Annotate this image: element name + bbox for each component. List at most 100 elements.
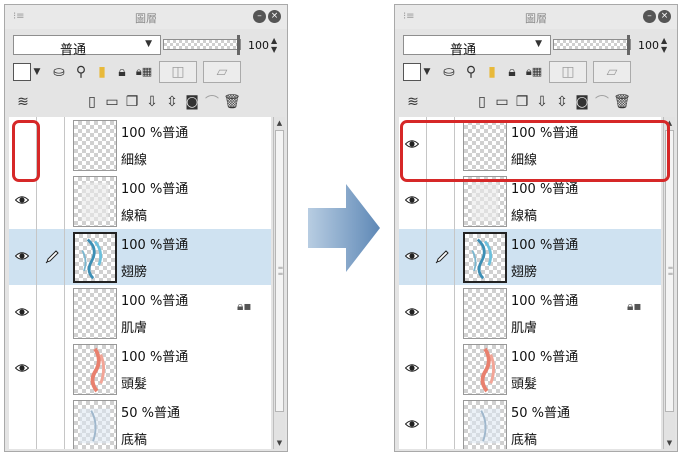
opacity-value[interactable]: 100 xyxy=(635,39,659,52)
minimize-icon[interactable]: – xyxy=(643,10,656,23)
visibility-toggle[interactable] xyxy=(9,229,37,286)
draft-layer-icon[interactable]: ⚲ xyxy=(71,61,91,83)
trash-icon[interactable]: 🗑︎ xyxy=(223,91,241,113)
draft-layer-icon[interactable]: ⚲ xyxy=(461,61,481,83)
layer-mask-icon[interactable]: ◙ xyxy=(183,91,201,113)
layer-row[interactable]: 50 %普通 底稿 xyxy=(9,397,271,449)
layer-thumbnail xyxy=(463,232,507,283)
edit-target-cell[interactable] xyxy=(37,117,65,174)
clip-to-layer-below-icon[interactable]: ◫ xyxy=(549,61,587,83)
enable-layer-mask-icon[interactable]: ▱ xyxy=(203,61,241,83)
visibility-toggle[interactable] xyxy=(9,397,37,449)
layer-name[interactable]: 線稿 xyxy=(511,205,537,224)
layer-name[interactable]: 線稿 xyxy=(121,205,147,224)
blend-mode-value: 普通 xyxy=(449,43,476,58)
lock-transparency-icon[interactable]: 🔒︎▦ xyxy=(133,61,155,83)
edit-target-cell[interactable] xyxy=(37,229,65,286)
opacity-spinner[interactable]: ▲ ▼ xyxy=(271,36,281,54)
edit-target-cell[interactable] xyxy=(427,229,455,286)
layer-color-swatch[interactable] xyxy=(403,63,421,81)
visibility-toggle[interactable] xyxy=(399,285,427,342)
layer-stack-icon[interactable]: ≋ xyxy=(403,91,423,113)
layer-name[interactable]: 底稿 xyxy=(121,429,147,448)
opacity-value[interactable]: 100 xyxy=(245,39,269,52)
blend-mode-select[interactable]: 普通 ▼ xyxy=(13,35,161,58)
blend-mode-select[interactable]: 普通 ▼ xyxy=(403,35,551,58)
layer-row[interactable]: 50 %普通 底稿 xyxy=(399,397,661,449)
panel-titlebar[interactable]: ⁝≡ 圖層 – × xyxy=(395,5,677,29)
transfer-down-icon[interactable]: ⇩ xyxy=(143,91,161,113)
enable-layer-mask-icon[interactable]: ▱ xyxy=(593,61,631,83)
new-raster-layer-icon[interactable]: ▯ xyxy=(83,91,101,113)
layer-name[interactable]: 肌膚 xyxy=(511,317,537,336)
close-icon[interactable]: × xyxy=(658,10,671,23)
apply-mask-icon[interactable]: ⌒ xyxy=(593,91,611,113)
layer-row[interactable]: 100 %普通 細線 xyxy=(9,117,271,175)
opacity-slider-thumb[interactable] xyxy=(237,35,240,55)
layer-name[interactable]: 細線 xyxy=(121,149,147,168)
new-folder-icon[interactable]: ❐ xyxy=(513,91,531,113)
layer-name[interactable]: 翅膀 xyxy=(511,261,537,280)
lock-icon[interactable]: 🔒︎ xyxy=(503,61,521,83)
merge-down-icon[interactable]: ⇳ xyxy=(163,91,181,113)
visibility-toggle[interactable] xyxy=(9,341,37,398)
new-vector-layer-icon[interactable]: ▭ xyxy=(103,91,121,113)
panel-titlebar[interactable]: ⁝≡ 圖層 – × xyxy=(5,5,287,29)
scroll-down-icon[interactable]: ▼ xyxy=(664,437,675,449)
reference-layer-icon[interactable]: ⛀ xyxy=(49,61,69,83)
apply-mask-icon[interactable]: ⌒ xyxy=(203,91,221,113)
edit-target-cell[interactable] xyxy=(37,173,65,230)
opacity-slider[interactable] xyxy=(553,39,631,50)
visibility-toggle[interactable] xyxy=(399,341,427,398)
merge-down-icon[interactable]: ⇳ xyxy=(553,91,571,113)
scroll-down-icon[interactable]: ▼ xyxy=(274,437,285,449)
layer-name[interactable]: 肌膚 xyxy=(121,317,147,336)
chevron-down-icon[interactable]: ▼ xyxy=(422,61,432,83)
layer-row[interactable]: 100 %普通 翅膀 xyxy=(399,229,661,287)
layer-row[interactable]: 100 %普通 頭髮 xyxy=(9,341,271,399)
mask-layer-icon[interactable]: ▮ xyxy=(93,61,111,83)
opacity-slider[interactable] xyxy=(163,39,241,50)
layer-row[interactable]: 100 %普通 肌膚 🔒︎▪ xyxy=(399,285,661,343)
layer-stack-icon[interactable]: ≋ xyxy=(13,91,33,113)
edit-target-cell[interactable] xyxy=(37,285,65,342)
layer-row[interactable]: 100 %普通 肌膚 🔒︎▪ xyxy=(9,285,271,343)
opacity-spinner[interactable]: ▲ ▼ xyxy=(661,36,671,54)
layer-name[interactable]: 頭髮 xyxy=(511,373,537,392)
clip-to-layer-below-icon[interactable]: ◫ xyxy=(159,61,197,83)
edit-target-cell[interactable] xyxy=(37,341,65,398)
scroll-up-icon[interactable]: ▲ xyxy=(274,117,285,129)
layer-row[interactable]: 100 %普通 翅膀 xyxy=(9,229,271,287)
scrollbar-thumb[interactable]: ═ ═ xyxy=(275,130,284,412)
edit-target-cell[interactable] xyxy=(427,285,455,342)
trash-icon[interactable]: 🗑︎ xyxy=(613,91,631,113)
new-vector-layer-icon[interactable]: ▭ xyxy=(493,91,511,113)
mask-layer-icon[interactable]: ▮ xyxy=(483,61,501,83)
lock-icon[interactable]: 🔒︎ xyxy=(113,61,131,83)
edit-target-cell[interactable] xyxy=(37,397,65,449)
layer-name[interactable]: 翅膀 xyxy=(121,261,147,280)
visibility-toggle[interactable] xyxy=(9,285,37,342)
layer-name[interactable]: 頭髮 xyxy=(121,373,147,392)
layer-mask-icon[interactable]: ◙ xyxy=(573,91,591,113)
edit-target-cell[interactable] xyxy=(427,397,455,449)
close-icon[interactable]: × xyxy=(268,10,281,23)
visibility-toggle[interactable] xyxy=(399,397,427,449)
layer-list-scrollbar[interactable]: ▲ ═ ═ ▼ xyxy=(273,117,285,449)
layer-row[interactable]: 100 %普通 頭髮 xyxy=(399,341,661,399)
reference-layer-icon[interactable]: ⛀ xyxy=(439,61,459,83)
layer-name[interactable]: 底稿 xyxy=(511,429,537,448)
eye-icon xyxy=(405,420,419,428)
edit-target-cell[interactable] xyxy=(427,341,455,398)
lock-transparency-icon[interactable]: 🔒︎▦ xyxy=(523,61,545,83)
chevron-down-icon[interactable]: ▼ xyxy=(32,61,42,83)
layer-color-swatch[interactable] xyxy=(13,63,31,81)
new-raster-layer-icon[interactable]: ▯ xyxy=(473,91,491,113)
new-folder-icon[interactable]: ❐ xyxy=(123,91,141,113)
layer-row[interactable]: 100 %普通 線稿 xyxy=(9,173,271,231)
visibility-toggle[interactable] xyxy=(399,229,427,286)
transfer-down-icon[interactable]: ⇩ xyxy=(533,91,551,113)
layer-opacity-blend: 50 %普通 xyxy=(511,406,571,421)
opacity-slider-thumb[interactable] xyxy=(627,35,630,55)
minimize-icon[interactable]: – xyxy=(253,10,266,23)
